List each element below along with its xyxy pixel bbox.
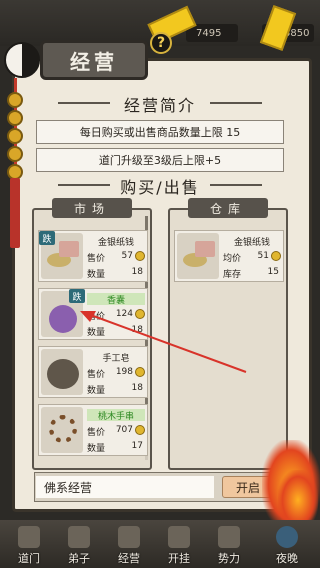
nav-item-disciples[interactable]: 弟子	[54, 520, 104, 568]
nav-item-business[interactable]: 经营	[104, 520, 154, 568]
quantity-value: 18	[131, 325, 143, 335]
gold-coin-icon	[135, 251, 145, 261]
nav-label: 开挂	[168, 552, 190, 565]
intro-line-2: 道门升级至3级后上限+5	[36, 148, 284, 172]
quantity-label: 数量	[87, 386, 106, 396]
price-value: 707	[115, 425, 133, 435]
quantity-label: 数量	[87, 270, 106, 280]
power-icon	[168, 526, 190, 548]
trade-title: 购买/出售	[120, 178, 200, 197]
page-title: 经营	[40, 40, 148, 80]
soap-icon	[47, 359, 79, 389]
coin-icon	[7, 128, 23, 144]
help-button[interactable]: ?	[150, 32, 172, 54]
stock-label: 库存	[223, 270, 242, 280]
nav-item-temple[interactable]: 道门	[4, 520, 54, 568]
quantity-value: 18	[131, 383, 143, 393]
coin-icon	[7, 146, 23, 162]
quantity-label: 数量	[87, 328, 106, 338]
shop-name-field[interactable]: 佛系经营	[36, 476, 214, 498]
stock-value: 15	[267, 267, 279, 277]
quantity-value: 17	[131, 441, 143, 451]
paper-icon	[195, 241, 215, 257]
nav-label: 经营	[118, 552, 140, 565]
item-name: 金银纸钱	[97, 238, 134, 248]
price-label: 售价	[87, 254, 106, 264]
price-label: 售价	[87, 312, 106, 322]
intro-line-1: 每日购买或出售商品数量上限 15	[36, 120, 284, 144]
night-icon	[276, 526, 298, 548]
bracelet-image	[41, 407, 83, 453]
price-value: 124	[115, 309, 133, 319]
tab-warehouse[interactable]: 仓库	[188, 198, 268, 218]
disciple-icon	[68, 526, 90, 548]
item-name: 手工皂	[102, 354, 130, 364]
price-label: 售价	[87, 370, 106, 380]
resource-value-1: 7495	[196, 28, 222, 39]
temple-icon	[18, 526, 40, 548]
nav-label: 夜晚	[276, 552, 298, 565]
avg-price-value: 51	[257, 251, 269, 261]
gold-coin-icon	[135, 367, 145, 377]
tab-market[interactable]: 市场	[52, 198, 132, 218]
price-value: 198	[115, 367, 133, 377]
market-item-sachet[interactable]: 跌 香囊 售价 124 数量 18	[38, 288, 148, 340]
soap-image	[41, 349, 83, 395]
paper-icon	[59, 241, 79, 257]
nav-label: 势力	[218, 552, 240, 565]
shop-icon	[118, 526, 140, 548]
faction-icon	[218, 526, 240, 548]
gold-coin-icon	[135, 309, 145, 319]
avg-price-label: 均价	[223, 254, 242, 264]
sachet-icon	[49, 305, 77, 333]
nav-item-power[interactable]: 开挂	[154, 520, 204, 568]
bracelet-icon	[49, 415, 77, 443]
market-item-paper-money[interactable]: 跌 金银纸钱 售价 57 数量 18	[38, 230, 148, 282]
price-drop-badge: 跌	[39, 231, 55, 245]
warehouse-column: 金银纸钱 均价 51 库存 15	[168, 208, 288, 470]
yin-yang-icon	[4, 42, 40, 78]
market-item-bracelet[interactable]: 桃木手串 售价 707 数量 17	[38, 404, 148, 456]
quantity-label: 数量	[87, 444, 106, 454]
nav-label: 道门	[18, 552, 40, 565]
item-name: 香囊	[87, 293, 145, 306]
warehouse-item-paper-money[interactable]: 金银纸钱 均价 51 库存 15	[174, 230, 284, 282]
intro-title: 经营简介	[123, 96, 196, 115]
price-drop-badge: 跌	[69, 289, 85, 303]
gold-coin-icon	[271, 251, 281, 261]
gold-coin-icon	[135, 425, 145, 435]
market-item-soap[interactable]: 手工皂 售价 198 数量 18	[38, 346, 148, 398]
nav-label: 弟子	[68, 552, 90, 565]
item-name: 金银纸钱	[233, 238, 270, 248]
market-column: 跌 金银纸钱 售价 57 数量 18 跌 香囊 售价 124 数量 18 手工皂…	[32, 208, 152, 470]
price-label: 售价	[87, 428, 106, 438]
paper-money-image	[177, 233, 219, 279]
nav-item-faction[interactable]: 势力	[204, 520, 254, 568]
price-value: 57	[121, 251, 133, 261]
nav-item-night[interactable]: 夜晚	[262, 520, 312, 568]
item-name: 桃木手串	[87, 409, 145, 422]
quantity-value: 18	[131, 267, 143, 277]
